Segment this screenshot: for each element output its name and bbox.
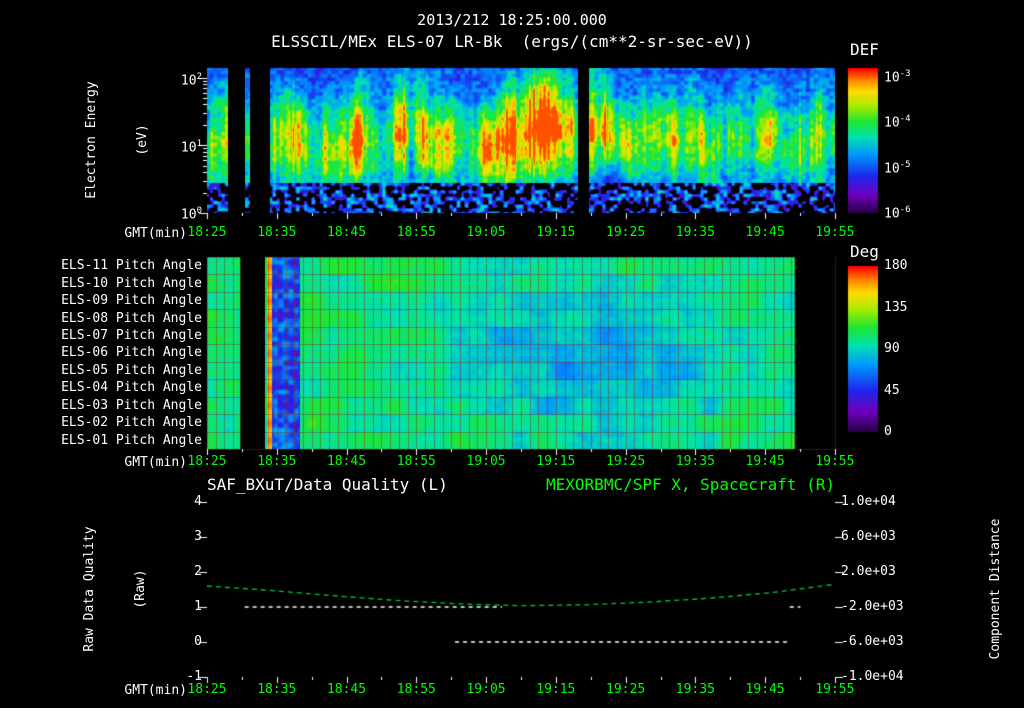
energy-tick-label: 102 (180, 72, 202, 89)
pitch-angle-row-label: ELS-09 Pitch Angle (61, 293, 202, 309)
quality-tick-label: 1 (194, 599, 202, 614)
raw-quality-axis-label: Raw Data Quality (Raw) (47, 489, 148, 689)
deg-colorbar (848, 266, 878, 432)
electron-energy-axis-label: Electron Energy (eV) (49, 55, 150, 225)
pitch-angle-row-label: ELS-02 Pitch Angle (61, 415, 202, 431)
time-tick-label: 19:15 (536, 454, 576, 469)
time-tick-label: 19:55 (815, 225, 855, 240)
distance-tick-label: 2.0e+03 (841, 564, 896, 579)
time-tick-label: 18:35 (257, 682, 297, 697)
time-axis-ticks-bottom: 18:25 18:35 18:45 18:55 19:05 19:15 19:25 19:35… (185, 683, 857, 697)
time-tick-label: 19:55 (815, 682, 855, 697)
time-tick-label: 18:35 (257, 454, 297, 469)
def-colorbar-ticks: 10-3 10-4 10-5 10-6 (884, 66, 944, 222)
deg-tick-label: 180 (884, 258, 908, 273)
deg-tick-label: 135 (884, 299, 908, 315)
distance-axis-ticks: 1.0e+04 6.0e+03 2.0e+03 -2.0e+03 -6.0e+03 -1.… (841, 494, 913, 685)
time-tick-label: 18:25 (187, 454, 227, 469)
pitch-angle-row-label: ELS-11 Pitch Angle (61, 258, 202, 274)
distance-tick-label: 6.0e+03 (841, 529, 896, 544)
time-tick-label: 18:45 (326, 225, 367, 240)
time-tick-label: 18:25 (187, 225, 227, 240)
deg-tick-label: 45 (884, 382, 900, 398)
distance-tick-label: -6.0e+03 (841, 634, 904, 649)
time-tick-label: 19:25 (606, 225, 646, 240)
pitch-angle-row-label: ELS-01 Pitch Angle (61, 432, 202, 448)
time-tick-label: 19:05 (466, 225, 506, 240)
time-tick-label: 18:45 (326, 454, 367, 469)
time-tick-label: 18:55 (396, 682, 436, 697)
def-colorbar (848, 68, 878, 213)
time-tick-label: 19:55 (815, 454, 855, 469)
spectrogram-page: 2013/212 18:25:00.000 ELSSCIL/MEx ELS-07… (0, 0, 1024, 708)
component-distance-axis-label: Component Distance (km) (953, 484, 1003, 694)
time-tick-label: 18:45 (326, 682, 367, 697)
time-tick-label: 19:45 (745, 225, 785, 240)
time-tick-label: 19:15 (536, 682, 576, 697)
pitch-angle-panel (207, 257, 835, 449)
gmt-axis-label-bottom: GMT(min) (124, 683, 187, 698)
pitch-angle-row-label: ELS-03 Pitch Angle (61, 397, 202, 413)
energy-tick-label: 101 (180, 139, 202, 156)
pitch-angle-row-label: ELS-08 Pitch Angle (61, 310, 202, 326)
quality-series-title: SAF_BXuT/Data Quality (L) (207, 475, 448, 494)
raw-quality-axis-label-line2: (Raw) (133, 569, 148, 609)
quality-tick-label: 2 (194, 564, 202, 579)
quality-distance-panel (207, 502, 835, 677)
pitch-angle-row-label: ELS-06 Pitch Angle (61, 345, 202, 361)
time-tick-label: 19:25 (606, 682, 646, 697)
def-tick-label: 10-6 (884, 204, 911, 222)
pitch-angle-row-label: ELS-04 Pitch Angle (61, 380, 202, 396)
deg-tick-label: 0 (884, 424, 892, 439)
quality-tick-label: 4 (194, 494, 202, 509)
time-tick-label: 19:35 (675, 682, 715, 697)
time-tick-label: 19:05 (466, 682, 506, 697)
energy-axis-ticks: 102 101 100 (148, 69, 202, 223)
time-tick-label: 19:05 (466, 454, 506, 469)
def-tick-label: 10-3 (884, 69, 911, 86)
deg-colorbar-title: Deg (850, 242, 879, 261)
pitch-angle-row-labels: ELS-11 Pitch Angle ELS-10 Pitch Angle ELS-… (40, 257, 202, 449)
time-tick-label: 18:55 (396, 225, 436, 240)
def-colorbar-title: DEF (850, 40, 879, 59)
deg-colorbar-ticks: 180 135 90 45 0 (884, 258, 924, 440)
time-tick-label: 19:45 (745, 682, 785, 697)
spacecraft-series-title: MEXORBMC/SPF X, Spacecraft (R) (546, 475, 835, 494)
time-tick-label: 19:25 (606, 454, 646, 469)
time-tick-label: 18:35 (257, 225, 297, 240)
pitch-angle-row-label: ELS-07 Pitch Angle (61, 328, 202, 344)
quality-axis-ticks: 4 3 2 1 0 -1 (148, 494, 202, 685)
time-tick-label: 19:15 (536, 225, 576, 240)
pitch-angle-row-label: ELS-10 Pitch Angle (61, 275, 202, 291)
time-axis-ticks-top: 18:25 18:35 18:45 18:55 19:05 19:15 19:25 19:35… (185, 226, 857, 240)
time-axis-ticks-middle: 18:25 18:35 18:45 18:55 19:05 19:15 19:25 19:35… (185, 455, 857, 469)
time-tick-label: 19:45 (745, 454, 785, 469)
time-tick-label: 18:25 (187, 682, 227, 697)
time-tick-label: 18:55 (396, 454, 436, 469)
timestamp-title: 2013/212 18:25:00.000 (417, 11, 607, 29)
component-distance-axis-label-line1: Component Distance (988, 518, 1003, 660)
distance-tick-label: 1.0e+04 (841, 494, 896, 509)
def-tick-label: 10-4 (884, 114, 911, 131)
gmt-axis-label-top: GMT(min) (124, 226, 187, 241)
raw-quality-axis-label-line1: Raw Data Quality (82, 526, 97, 652)
energy-spectrogram-panel (207, 68, 835, 213)
quality-tick-label: 3 (194, 529, 202, 544)
quality-tick-label: 0 (194, 634, 202, 649)
distance-tick-label: -2.0e+03 (841, 599, 904, 614)
gmt-axis-label-middle: GMT(min) (124, 455, 187, 470)
time-tick-label: 19:35 (675, 225, 715, 240)
deg-tick-label: 90 (884, 341, 900, 356)
time-tick-label: 19:35 (675, 454, 715, 469)
energy-tick-label: 100 (180, 206, 202, 223)
def-tick-label: 10-5 (884, 159, 911, 176)
electron-energy-axis-label-line1: Electron Energy (84, 81, 99, 199)
pitch-angle-row-label: ELS-05 Pitch Angle (61, 362, 202, 378)
